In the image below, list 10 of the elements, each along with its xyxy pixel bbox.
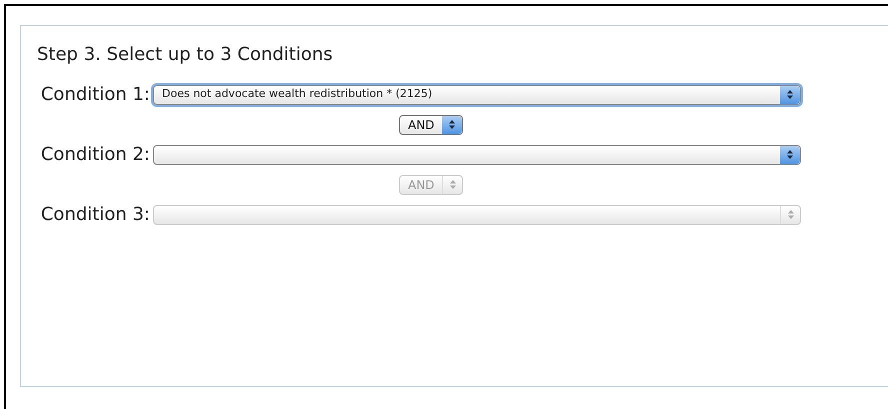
condition-label: Condition 3:: [40, 202, 150, 226]
step-heading: Step 3. Select up to 3 Conditions: [37, 44, 334, 66]
condition-label: Condition 1:: [40, 82, 150, 106]
stepper-icon: [780, 146, 800, 164]
operator-select[interactable]: AND: [399, 114, 464, 134]
stepper-icon: [442, 116, 462, 134]
condition-select[interactable]: [153, 144, 801, 164]
condition-select[interactable]: Does not advocate wealth redistribution * (2125): [153, 84, 801, 104]
condition-label: Condition 2:: [40, 142, 150, 166]
stepper-icon: [780, 86, 800, 104]
